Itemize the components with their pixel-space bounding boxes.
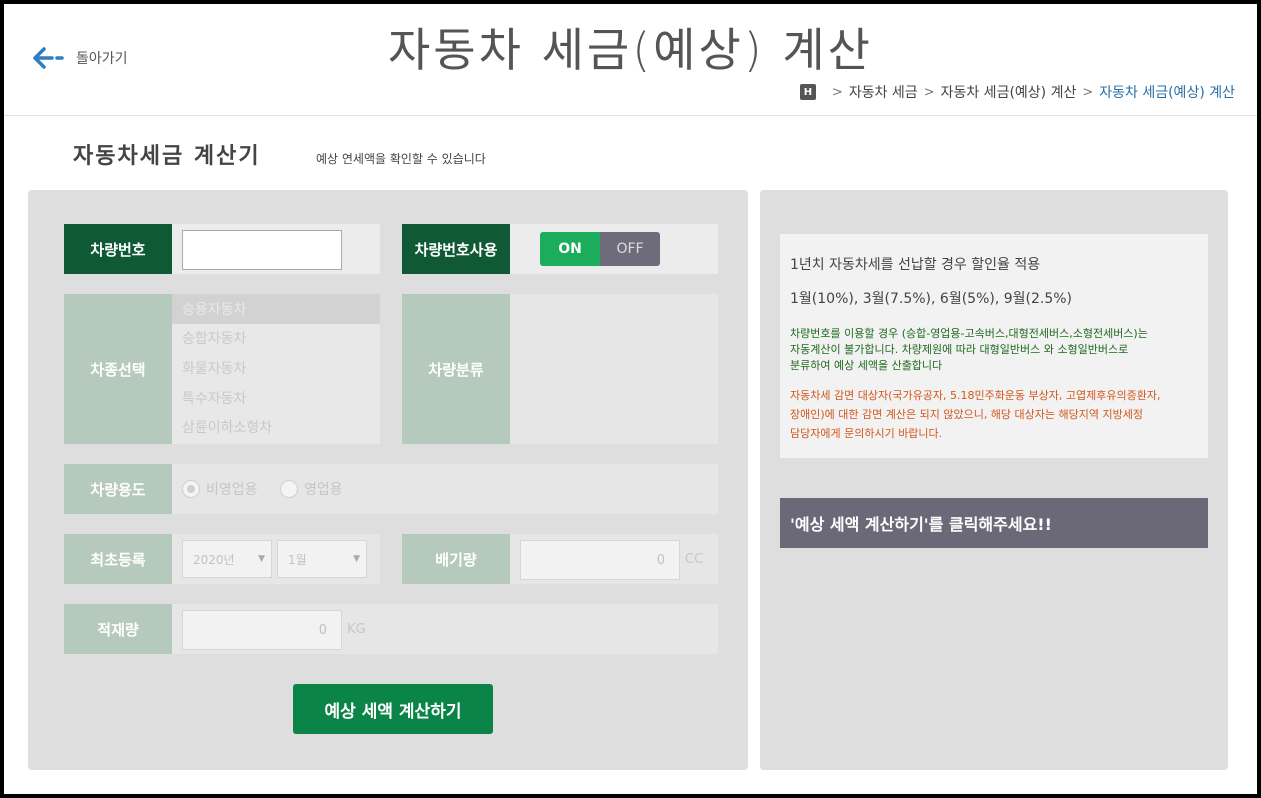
capacity-label: 적재량 (64, 604, 172, 654)
capacity-unit: KG (347, 622, 366, 637)
plate-label: 차량번호 (64, 224, 172, 274)
breadcrumb-current: 자동차 세금(예상) 계산 (1099, 85, 1235, 101)
section-subtitle: 예상 연세액을 확인할 수 있습니다 (316, 152, 486, 166)
chevron-right-icon: > (923, 84, 935, 100)
notice-line: 분류하여 예상 세액을 산출합니다 (790, 359, 943, 372)
discount-rates: 1월(10%), 3월(7.5%), 6월(5%), 9월(2.5%) (790, 291, 1073, 307)
car-type-list[interactable]: 승용자동차 승합자동차 화물자동차 특수자동차 삼륜이하소형차 (172, 294, 380, 444)
radio-label: 영업용 (304, 482, 343, 498)
displacement-input[interactable]: 0 (520, 540, 680, 580)
page-title: 자동차 세금(예상) 계산 (387, 23, 874, 77)
caret-down-icon: ▼ (353, 554, 360, 564)
list-item[interactable]: 특수자동차 (172, 383, 380, 413)
radio-label: 비영업용 (206, 482, 258, 498)
month-value: 1월 (288, 552, 307, 567)
caret-down-icon: ▼ (258, 554, 265, 564)
divider (4, 115, 1257, 116)
month-select[interactable]: 1월 ▼ (277, 540, 367, 578)
home-icon[interactable]: H (799, 84, 816, 100)
plate-use-label: 차량번호사용 (402, 224, 510, 274)
displacement-unit: CC (685, 552, 704, 567)
breadcrumb: H > 자동차 세금 > 자동차 세금(예상) 계산 > 자동차 세금(예상) … (799, 82, 1235, 102)
calculate-button[interactable]: 예상 세액 계산하기 (293, 684, 493, 734)
result-prompt: '예상 세액 계산하기'를 클릭해주세요!! (780, 498, 1208, 548)
usage-radio-noncommercial[interactable]: 비영업용 (182, 479, 258, 499)
notice-line: 자동계산이 불가합니다. 차량제원에 따라 대형일반버스 와 소형일반버스로 (790, 343, 1129, 356)
plate-use-toggle[interactable]: ON OFF (540, 232, 660, 266)
toggle-off[interactable]: OFF (600, 232, 660, 266)
notice-line: 차량번호를 이용할 경우 (승합-영업용-고속버스,대형전세버스,소형전세버스)… (790, 327, 1148, 340)
breadcrumb-item[interactable]: 자동차 세금 (849, 82, 918, 102)
usage-label: 차량용도 (64, 464, 172, 514)
radio-unchecked-icon (280, 480, 298, 498)
classify-label: 차량분류 (402, 294, 510, 444)
first-reg-label: 최초등록 (64, 534, 172, 584)
info-box: 1년치 자동차세를 선납할 경우 할인율 적용 1월(10%), 3월(7.5%… (780, 234, 1208, 458)
notice-line: 장애인)에 대한 감면 계산은 되지 않았으니, 해당 대상자는 해당지역 지방… (790, 408, 1143, 421)
discount-info: 1년치 자동차세를 선납할 경우 할인율 적용 (790, 257, 1041, 273)
capacity-input[interactable]: 0 (182, 610, 342, 650)
notice-line: 자동차세 감면 대상자(국가유공자, 5.18민주화운동 부상자, 고엽제후유의… (790, 389, 1161, 402)
toggle-on[interactable]: ON (540, 232, 600, 266)
chevron-right-icon: > (1082, 84, 1094, 100)
chevron-right-icon: > (831, 84, 843, 100)
car-type-label: 차종선택 (64, 294, 172, 444)
list-item[interactable]: 승용자동차 (172, 294, 380, 324)
info-panel: 1년치 자동차세를 선납할 경우 할인율 적용 1월(10%), 3월(7.5%… (760, 190, 1228, 770)
list-item[interactable]: 승합자동차 (172, 324, 380, 354)
breadcrumb-item[interactable]: 자동차 세금(예상) 계산 (941, 82, 1077, 102)
radio-checked-icon (182, 480, 200, 498)
section-title: 자동차세금 계산기 (73, 144, 261, 169)
page: 돌아가기 자동차 세금(예상) 계산 H > 자동차 세금 > 자동차 세금(예… (4, 4, 1257, 794)
calculator-form-panel: 차량번호 차량번호사용 ON OFF 차종선택 승용자동차 승합자동차 화물자동… (28, 190, 748, 770)
plate-notice: 차량번호를 이용할 경우 (승합-영업용-고속버스,대형전세버스,소형전세버스)… (790, 326, 1198, 374)
notice-line: 담당자에게 문의하시기 바랍니다. (790, 427, 943, 440)
list-item[interactable]: 화물자동차 (172, 353, 380, 383)
usage-radio-commercial[interactable]: 영업용 (280, 479, 343, 499)
plate-input[interactable] (182, 230, 342, 270)
exemption-notice: 자동차세 감면 대상자(국가유공자, 5.18민주화운동 부상자, 고엽제후유의… (790, 386, 1198, 443)
year-value: 2020년 (193, 552, 235, 567)
displacement-label: 배기량 (402, 534, 510, 584)
list-item[interactable]: 삼륜이하소형차 (172, 412, 380, 442)
classify-list[interactable] (510, 294, 718, 444)
year-select[interactable]: 2020년 ▼ (182, 540, 272, 578)
